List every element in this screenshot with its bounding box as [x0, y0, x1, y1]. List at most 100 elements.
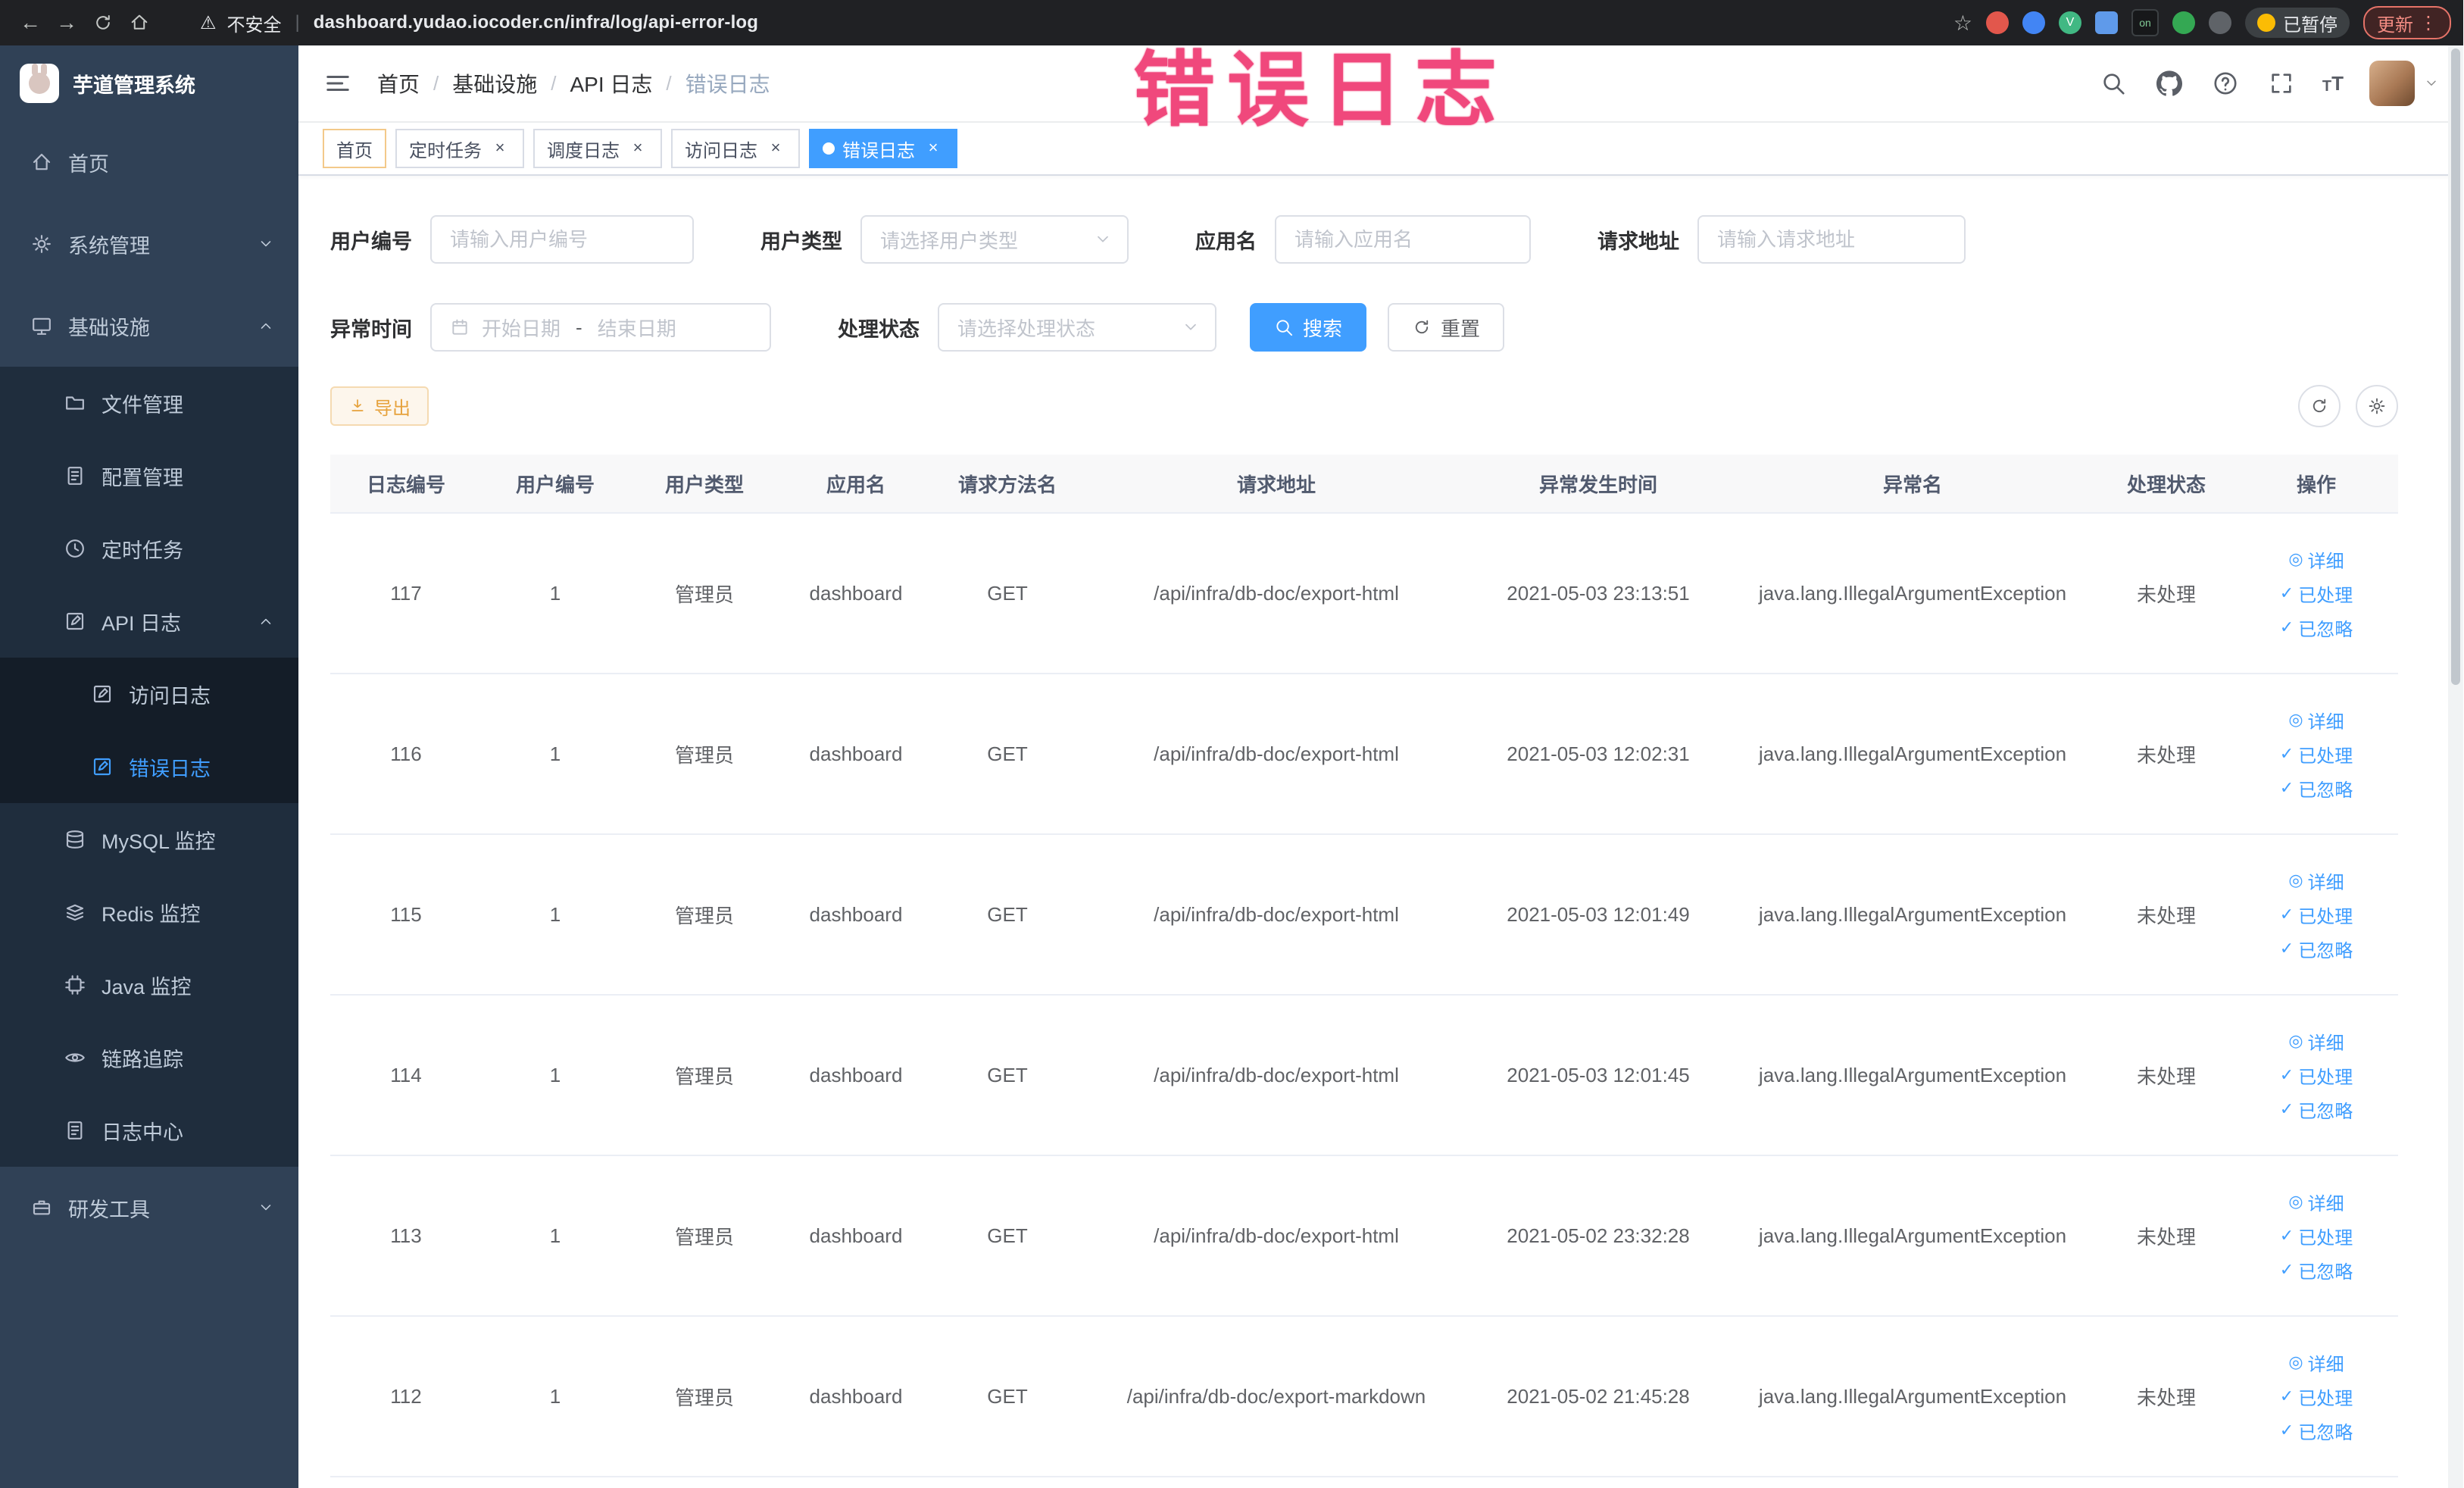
sidebar-item-jobs[interactable]: 定时任务	[0, 512, 298, 585]
reload-icon[interactable]	[85, 5, 121, 41]
user-menu[interactable]	[2369, 61, 2439, 106]
action-processed[interactable]: ✓ 已处理	[2280, 580, 2353, 607]
tab-job-log[interactable]: 调度日志 ×	[533, 129, 662, 168]
sidebar-item-dev-tools[interactable]: 研发工具	[0, 1167, 298, 1249]
bookmark-star-icon[interactable]: ☆	[1953, 11, 1972, 36]
action-processed[interactable]: ✓ 已处理	[2280, 1383, 2353, 1410]
app-name-input[interactable]	[1275, 215, 1531, 264]
extension-icon-grid[interactable]	[2095, 11, 2118, 34]
tab-jobs[interactable]: 定时任务 ×	[395, 129, 524, 168]
sidebar-item-trace[interactable]: 链路追踪	[0, 1021, 298, 1094]
process-status-select[interactable]: 请选择处理状态	[938, 303, 1216, 352]
paused-badge[interactable]: 已暂停	[2245, 8, 2350, 38]
action-detail[interactable]: ◎ 详细	[2288, 1349, 2344, 1376]
close-tab-icon[interactable]: ×	[627, 138, 648, 159]
action-label: 详细	[2307, 1193, 2344, 1214]
breadcrumb-api-log[interactable]: API 日志	[570, 68, 653, 98]
cell-status: 未处理	[2136, 1225, 2196, 1249]
cell-method: GET	[987, 1224, 1028, 1247]
extension-icon-vue[interactable]: V	[2059, 11, 2081, 34]
action-detail[interactable]: ◎ 详细	[2288, 707, 2344, 733]
close-tab-icon[interactable]: ×	[923, 138, 944, 159]
avatar	[2369, 61, 2415, 106]
column-settings-button[interactable]	[2356, 385, 2398, 427]
action-processed[interactable]: ✓ 已处理	[2280, 1062, 2353, 1089]
user-id-input[interactable]	[430, 215, 694, 264]
tab-label: 访问日志	[685, 140, 757, 161]
extension-icon-leaf[interactable]	[2172, 11, 2195, 34]
cell-id: 117	[390, 581, 422, 605]
fullscreen-icon[interactable]	[2266, 68, 2297, 98]
sidebar-item-mysql[interactable]: MySQL 监控	[0, 803, 298, 876]
action-processed[interactable]: ✓ 已处理	[2280, 902, 2353, 928]
reset-button[interactable]: 重置	[1388, 303, 1505, 352]
page-scrollbar[interactable]	[2448, 45, 2463, 1488]
breadcrumb-home[interactable]: 首页	[377, 68, 420, 98]
search-button[interactable]: 搜索	[1250, 303, 1367, 352]
action-processed[interactable]: ✓ 已处理	[2280, 741, 2353, 767]
app-logo[interactable]: 芋道管理系统	[0, 45, 298, 121]
action-ignored[interactable]: ✓ 已忽略	[2280, 936, 2353, 962]
action-detail[interactable]: ◎ 详细	[2288, 1028, 2344, 1055]
forward-icon[interactable]: →	[48, 5, 85, 41]
update-button[interactable]: 更新 ⋮	[2363, 6, 2451, 39]
action-detail[interactable]: ◎ 详细	[2288, 1189, 2344, 1215]
eye-icon: ◎	[2288, 1031, 2303, 1050]
action-processed[interactable]: ✓ 已处理	[2280, 1223, 2353, 1249]
action-ignored[interactable]: ✓ 已忽略	[2280, 1257, 2353, 1283]
check-icon: ✓	[2279, 1260, 2294, 1279]
sidebar-item-infra[interactable]: 基础设施	[0, 285, 298, 367]
refresh-icon	[1415, 320, 1429, 334]
sidebar-item-access-log[interactable]: 访问日志	[0, 658, 298, 730]
sidebar-item-system[interactable]: 系统管理	[0, 203, 298, 285]
extension-icon-on[interactable]: on	[2131, 9, 2159, 36]
tab-home[interactable]: 首页	[323, 129, 386, 168]
close-tab-icon[interactable]: ×	[765, 138, 786, 159]
sidebar-item-label: Redis 监控	[101, 902, 201, 926]
scrollbar-thumb[interactable]	[2451, 48, 2460, 685]
action-ignored[interactable]: ✓ 已忽略	[2280, 614, 2353, 641]
sidebar-item-log-center[interactable]: 日志中心	[0, 1094, 298, 1167]
sidebar-item-java[interactable]: Java 监控	[0, 949, 298, 1021]
sidebar-item-error-log[interactable]: 错误日志	[0, 730, 298, 803]
request-url-input[interactable]	[1697, 215, 1966, 264]
sidebar-item-redis[interactable]: Redis 监控	[0, 876, 298, 949]
home-icon[interactable]	[121, 5, 158, 41]
github-icon[interactable]	[2154, 68, 2184, 98]
sidebar-item-home[interactable]: 首页	[0, 121, 298, 203]
cell-method: GET	[987, 1063, 1028, 1086]
breadcrumb-infra[interactable]: 基础设施	[452, 68, 537, 98]
doc-icon	[67, 1121, 83, 1139]
filter-exception-time: 异常时间 开始日期 - 结束日期	[330, 303, 771, 352]
date-range-picker[interactable]: 开始日期 - 结束日期	[430, 303, 771, 352]
check-icon: ✓	[2279, 583, 2294, 602]
column-header: 处理状态	[2126, 473, 2206, 496]
action-ignored[interactable]: ✓ 已忽略	[2280, 775, 2353, 802]
address-bar[interactable]: ⚠ 不安全 | dashboard.yudao.iocoder.cn/infra…	[200, 10, 758, 36]
action-ignored[interactable]: ✓ 已忽略	[2280, 1096, 2353, 1123]
sidebar-item-config[interactable]: 配置管理	[0, 439, 298, 512]
action-detail[interactable]: ◎ 详细	[2288, 867, 2344, 894]
extension-icon-paw[interactable]	[2209, 11, 2231, 34]
close-tab-icon[interactable]: ×	[489, 138, 511, 159]
user-type-select[interactable]: 请选择用户类型	[860, 215, 1129, 264]
export-button[interactable]: 导出	[330, 386, 429, 426]
table-row: 117 1 管理员 dashboard GET/api/infra/db-doc/exp…	[330, 514, 2398, 674]
tab-access-log[interactable]: 访问日志 ×	[671, 129, 800, 168]
search-icon[interactable]	[2098, 68, 2128, 98]
sidebar-toggle-icon[interactable]	[323, 68, 353, 98]
back-icon[interactable]: ←	[12, 5, 48, 41]
extension-icon-red[interactable]	[1986, 11, 2009, 34]
column-header: 异常名	[1882, 473, 1942, 496]
action-ignored[interactable]: ✓ 已忽略	[2280, 1418, 2353, 1444]
extension-icon-blue[interactable]	[2022, 11, 2045, 34]
tab-error-log[interactable]: 错误日志 ×	[809, 129, 957, 168]
sidebar-item-api-log[interactable]: API 日志	[0, 585, 298, 658]
refresh-table-button[interactable]	[2298, 385, 2341, 427]
font-size-icon[interactable]: TT	[2322, 72, 2344, 95]
help-icon[interactable]	[2210, 68, 2241, 98]
action-detail[interactable]: ◎ 详细	[2288, 546, 2344, 573]
browser-window: ← → ⚠ 不安全 | dashboard.yudao.iocoder.cn/i…	[0, 0, 2463, 1488]
action-label: 已处理	[2298, 1227, 2353, 1249]
sidebar-item-files[interactable]: 文件管理	[0, 367, 298, 439]
